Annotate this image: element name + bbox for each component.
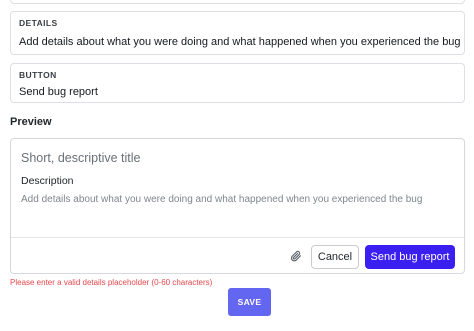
attach-button[interactable] xyxy=(287,246,305,266)
button-field-label: BUTTON xyxy=(19,70,57,80)
details-field-value[interactable]: Add details about what you were doing an… xyxy=(19,36,461,48)
preview-title-input[interactable] xyxy=(21,148,321,168)
button-field-value[interactable]: Send bug report xyxy=(19,86,98,98)
paperclip-icon xyxy=(290,250,302,262)
description-textarea[interactable] xyxy=(21,194,453,212)
send-bug-report-button[interactable]: Send bug report xyxy=(365,245,455,269)
details-field[interactable]: DETAILS Add details about what you were … xyxy=(10,11,465,55)
validation-error-message: Please enter a valid details placeholder… xyxy=(10,278,213,287)
description-label: Description xyxy=(21,175,74,187)
preview-heading: Preview xyxy=(10,116,52,128)
preview-footer-divider xyxy=(11,237,464,238)
preview-form: Description Cancel Send bug report xyxy=(10,138,465,274)
cancel-button[interactable]: Cancel xyxy=(311,245,359,269)
button-field[interactable]: BUTTON Send bug report xyxy=(10,63,465,103)
details-field-label: DETAILS xyxy=(19,18,58,28)
previous-field-card xyxy=(10,0,465,4)
save-button[interactable]: SAVE xyxy=(228,288,271,316)
